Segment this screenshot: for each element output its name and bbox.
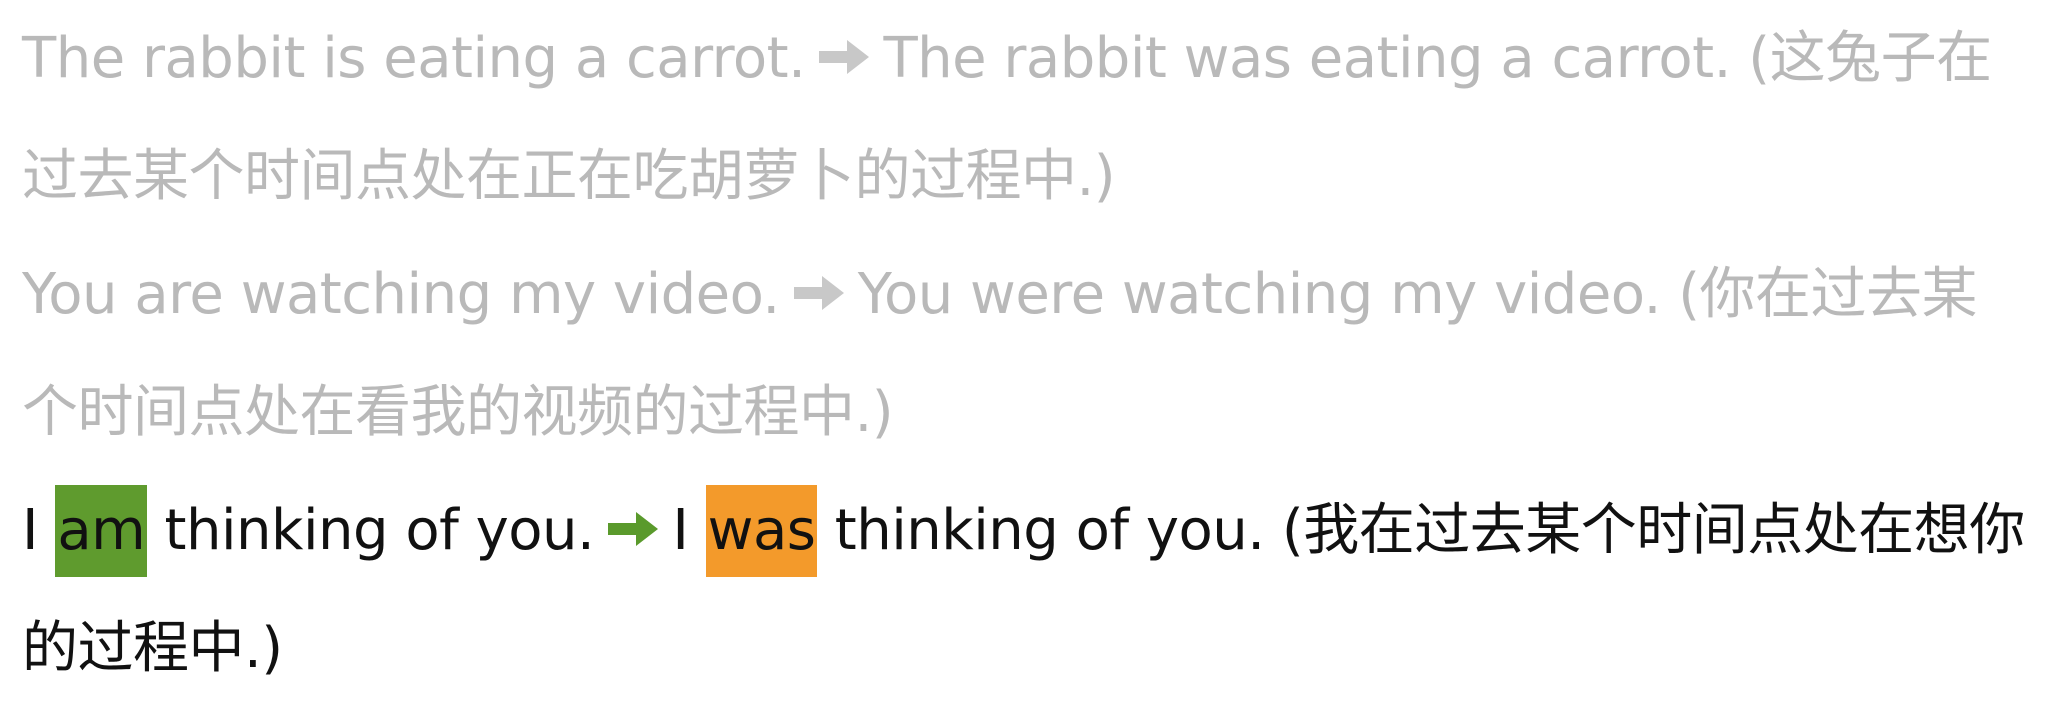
present-sentence: The rabbit is eating a carrot. — [22, 26, 806, 91]
past-sentence: You were watching my video. — [857, 262, 1662, 327]
past-sentence: The rabbit was eating a carrot. — [883, 26, 1731, 91]
past-verb-highlight: was — [705, 485, 818, 577]
lesson-content: The rabbit is eating a carrot. The rabbit… — [22, 0, 2032, 708]
present-sentence: You are watching my video. — [22, 262, 780, 327]
present-rest: thinking of you. — [164, 498, 595, 563]
present-subject: I — [22, 498, 39, 563]
right-arrow-icon — [608, 511, 659, 546]
right-arrow-icon — [819, 39, 870, 74]
present-verb-highlight: am — [55, 485, 148, 577]
example-sentence-1: The rabbit is eating a carrot. The rabbit… — [22, 0, 2032, 236]
past-subject: I — [672, 498, 689, 563]
example-sentence-2: You are watching my video. You were watch… — [22, 236, 2032, 472]
right-arrow-icon — [793, 275, 844, 310]
example-sentence-3: I am thinking of you. I was thinking of y… — [22, 472, 2032, 708]
past-rest: thinking of you. — [834, 498, 1265, 563]
